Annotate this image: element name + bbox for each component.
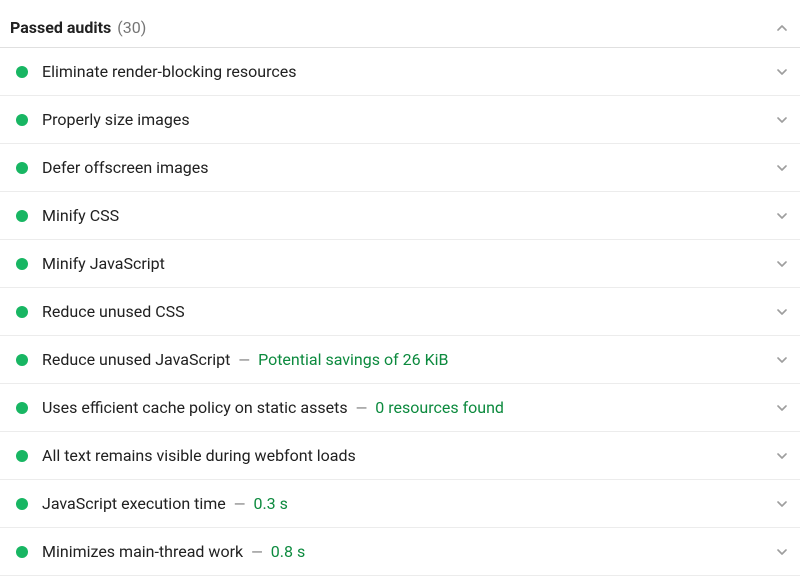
section-count: (30) — [117, 18, 146, 37]
pass-circle-icon — [16, 114, 28, 126]
pass-circle-icon — [16, 210, 28, 222]
audit-left: Properly size images — [16, 110, 190, 129]
audit-left: Reduce unused CSS — [16, 302, 185, 321]
audit-text: Minify CSS — [42, 206, 119, 225]
chevron-down-icon — [774, 256, 790, 272]
pass-circle-icon — [16, 162, 28, 174]
audit-label: Uses efficient cache policy on static as… — [42, 398, 348, 417]
pass-circle-icon — [16, 402, 28, 414]
chevron-down-icon — [774, 400, 790, 416]
audit-label: Minimizes main-thread work — [42, 542, 243, 561]
chevron-down-icon — [774, 352, 790, 368]
audit-left: Defer offscreen images — [16, 158, 209, 177]
audit-left: JavaScript execution time — 0.3 s — [16, 494, 288, 513]
pass-circle-icon — [16, 306, 28, 318]
audit-text: Minimizes main-thread work — 0.8 s — [42, 542, 305, 561]
audit-detail: 0 resources found — [371, 398, 504, 417]
dash-separator: — — [356, 399, 368, 417]
chevron-down-icon — [774, 64, 790, 80]
dash-separator: — — [234, 495, 246, 513]
audit-left: Uses efficient cache policy on static as… — [16, 398, 504, 417]
chevron-down-icon — [774, 304, 790, 320]
pass-circle-icon — [16, 258, 28, 270]
chevron-down-icon — [774, 160, 790, 176]
audit-row[interactable]: Minify JavaScript — [0, 240, 800, 288]
audit-row[interactable]: JavaScript execution time — 0.3 s — [0, 480, 800, 528]
audit-label: Reduce unused JavaScript — [42, 350, 230, 369]
audit-row[interactable]: Reduce unused JavaScript — Potential savi… — [0, 336, 800, 384]
audit-label: Eliminate render-blocking resources — [42, 62, 296, 81]
audit-row[interactable]: Minify CSS — [0, 192, 800, 240]
audit-text: JavaScript execution time — 0.3 s — [42, 494, 288, 513]
audit-left: All text remains visible during webfont … — [16, 446, 356, 465]
audit-text: Properly size images — [42, 110, 190, 129]
pass-circle-icon — [16, 66, 28, 78]
audit-detail: 0.8 s — [267, 542, 305, 561]
chevron-down-icon — [774, 496, 790, 512]
chevron-down-icon — [774, 544, 790, 560]
dash-separator: — — [251, 543, 263, 561]
audit-text: Reduce unused JavaScript — Potential savi… — [42, 350, 448, 369]
audit-label: Defer offscreen images — [42, 158, 209, 177]
audit-label: Minify CSS — [42, 206, 119, 225]
chevron-down-icon — [774, 112, 790, 128]
audits-list: Eliminate render-blocking resources Prope… — [0, 48, 800, 576]
audit-detail: Potential savings of 26 KiB — [254, 350, 448, 369]
audit-row[interactable]: Properly size images — [0, 96, 800, 144]
audit-left: Minify JavaScript — [16, 254, 165, 273]
chevron-down-icon — [774, 448, 790, 464]
audit-row[interactable]: Minimizes main-thread work — 0.8 s — [0, 528, 800, 576]
pass-circle-icon — [16, 450, 28, 462]
header-title-wrap: Passed audits (30) — [10, 18, 146, 37]
pass-circle-icon — [16, 498, 28, 510]
audit-text: Reduce unused CSS — [42, 302, 185, 321]
passed-audits-header[interactable]: Passed audits (30) — [0, 0, 800, 48]
audit-row[interactable]: Uses efficient cache policy on static as… — [0, 384, 800, 432]
chevron-up-icon — [774, 20, 790, 36]
audit-left: Minify CSS — [16, 206, 119, 225]
audit-detail: 0.3 s — [249, 494, 287, 513]
audit-label: JavaScript execution time — [42, 494, 226, 513]
audit-text: Defer offscreen images — [42, 158, 209, 177]
audit-label: All text remains visible during webfont … — [42, 446, 356, 465]
pass-circle-icon — [16, 546, 28, 558]
pass-circle-icon — [16, 354, 28, 366]
audit-text: Uses efficient cache policy on static as… — [42, 398, 504, 417]
audit-text: Eliminate render-blocking resources — [42, 62, 296, 81]
audit-left: Eliminate render-blocking resources — [16, 62, 296, 81]
audit-row[interactable]: All text remains visible during webfont … — [0, 432, 800, 480]
audit-row[interactable]: Defer offscreen images — [0, 144, 800, 192]
audit-left: Minimizes main-thread work — 0.8 s — [16, 542, 305, 561]
dash-separator: — — [238, 351, 250, 369]
audit-row[interactable]: Reduce unused CSS — [0, 288, 800, 336]
chevron-down-icon — [774, 208, 790, 224]
audit-label: Properly size images — [42, 110, 190, 129]
section-title: Passed audits — [10, 18, 111, 37]
audit-label: Minify JavaScript — [42, 254, 165, 273]
audit-text: Minify JavaScript — [42, 254, 165, 273]
audit-label: Reduce unused CSS — [42, 302, 185, 321]
audit-left: Reduce unused JavaScript — Potential savi… — [16, 350, 448, 369]
audit-text: All text remains visible during webfont … — [42, 446, 356, 465]
audit-row[interactable]: Eliminate render-blocking resources — [0, 48, 800, 96]
